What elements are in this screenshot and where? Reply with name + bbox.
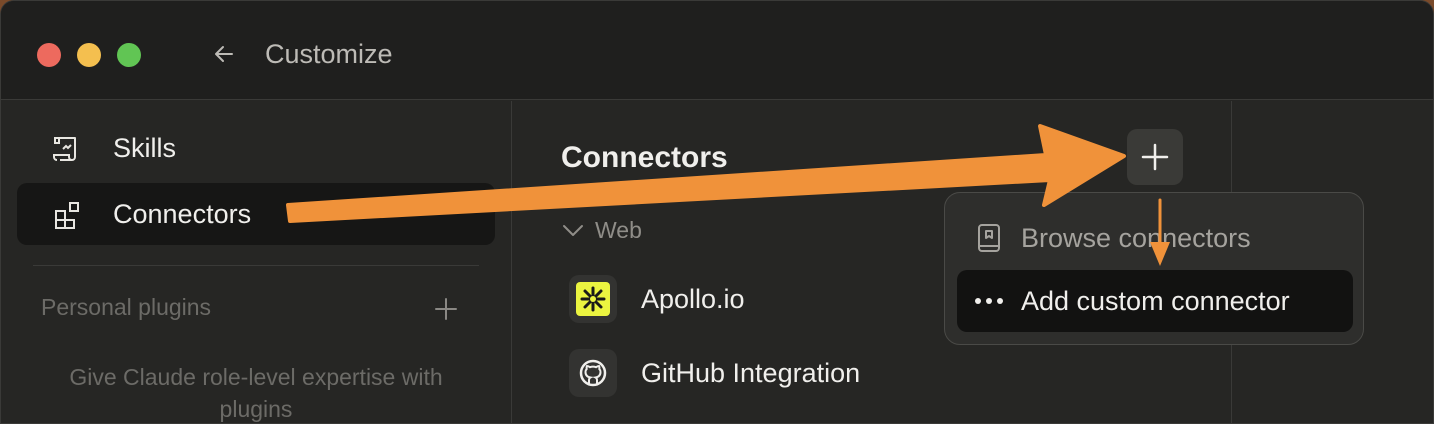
connector-github[interactable]: GitHub Integration — [569, 349, 860, 397]
group-label: Web — [595, 216, 642, 243]
add-connector-menu: Browse connectors Add custom connector — [944, 192, 1364, 345]
plus-icon — [1141, 143, 1169, 171]
search-icon[interactable] — [1073, 141, 1107, 175]
more-icon — [973, 285, 1005, 317]
sidebar: Skills Connectors Personal plugins Give … — [1, 101, 512, 423]
plugins-hint: Give Claude role-level expertise with pl… — [69, 364, 443, 422]
minimize-window-button[interactable] — [77, 43, 101, 67]
title-bar: Customize — [1, 1, 1433, 100]
apollo-icon — [569, 275, 617, 323]
menu-item-browse-connectors[interactable]: Browse connectors — [957, 207, 1353, 269]
sidebar-item-skills[interactable]: Skills — [17, 117, 495, 179]
menu-item-label: Browse connectors — [1021, 222, 1251, 253]
add-plugin-icon[interactable] — [431, 294, 461, 324]
zoom-window-button[interactable] — [117, 43, 141, 67]
grid-icon — [55, 202, 79, 229]
connector-name: Apollo.io — [641, 283, 745, 314]
personal-plugins-label: Personal plugins — [41, 294, 212, 320]
arrow-left-icon — [215, 46, 233, 62]
sidebar-item-label: Connectors — [113, 199, 252, 229]
window-title: Customize — [265, 39, 393, 69]
scroll-icon — [53, 137, 76, 161]
back-button[interactable] — [207, 37, 241, 71]
connector-name: GitHub Integration — [641, 357, 861, 388]
web-group-toggle[interactable]: Web — [561, 215, 642, 245]
sidebar-divider — [33, 265, 479, 266]
menu-item-label: Add custom connector — [1021, 285, 1290, 316]
add-connector-button[interactable] — [1127, 129, 1183, 185]
book-icon — [973, 222, 1005, 254]
menu-item-add-custom-connector[interactable]: Add custom connector — [957, 270, 1353, 332]
page-title: Connectors — [561, 141, 728, 174]
close-window-button[interactable] — [37, 43, 61, 67]
chevron-down-icon — [563, 225, 583, 236]
sidebar-item-connectors[interactable]: Connectors — [17, 183, 495, 245]
sidebar-item-label: Skills — [113, 133, 177, 163]
github-icon — [569, 349, 617, 397]
connector-apollo[interactable]: Apollo.io — [569, 275, 745, 323]
